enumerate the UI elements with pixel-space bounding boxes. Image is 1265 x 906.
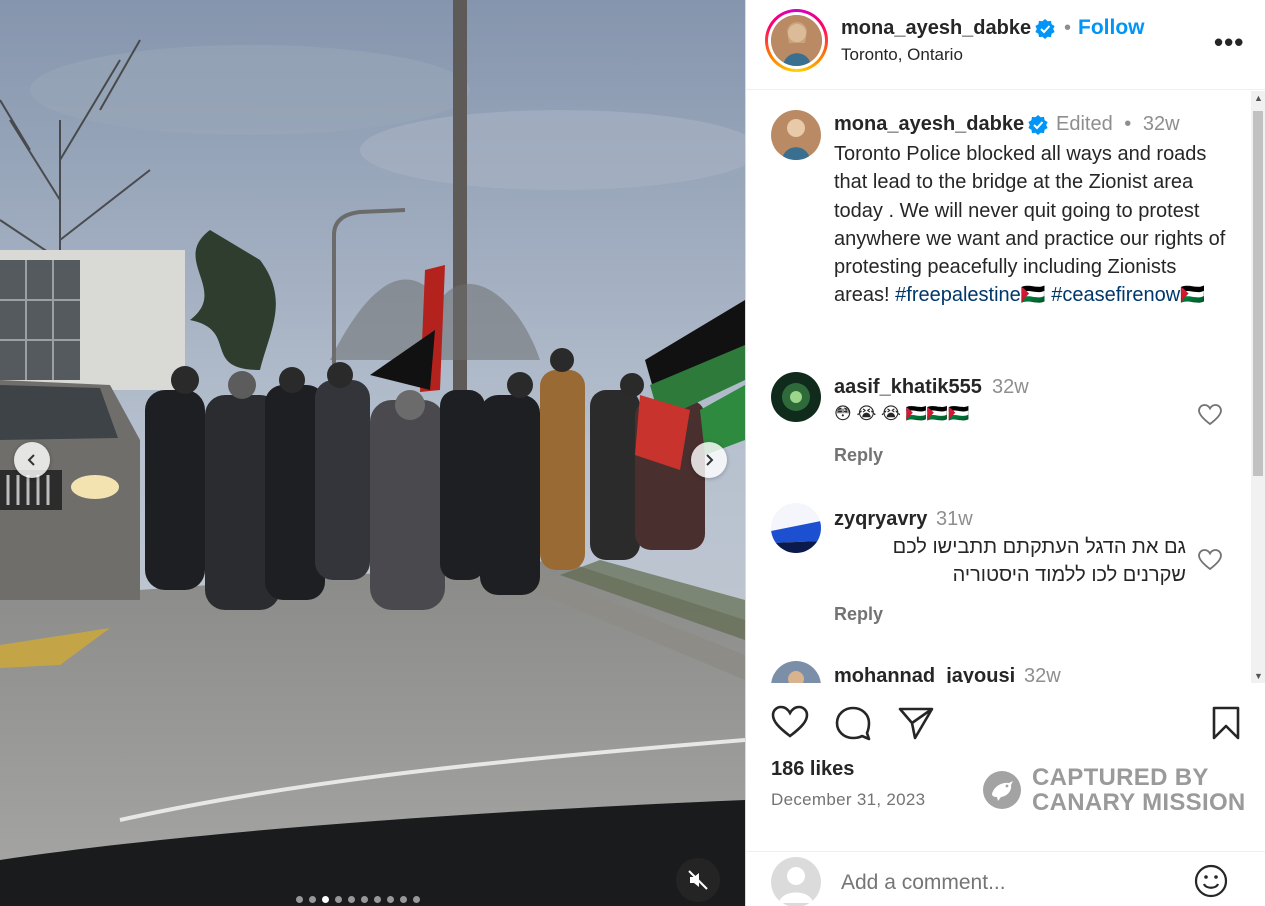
comment-username[interactable]: zyqryavry: [834, 508, 927, 531]
speaker-muted-icon: [688, 870, 708, 890]
more-options-button[interactable]: •••: [1214, 27, 1244, 58]
avatar-photo: [771, 372, 821, 422]
comment-username[interactable]: aasif_khatik555: [834, 376, 982, 399]
previous-slide-button[interactable]: [14, 442, 50, 478]
post-media[interactable]: [0, 0, 745, 906]
author-avatar-story-ring[interactable]: [765, 9, 828, 72]
comment-username[interactable]: mohannad_jayousi: [834, 665, 1015, 683]
caption-author-avatar[interactable]: [771, 110, 821, 160]
comment-text: 😳 😭 😭 🇵🇸🇵🇸🇵🇸: [834, 404, 970, 423]
current-user-avatar: [771, 857, 821, 906]
post-header: mona_ayesh_dabke • Follow Toronto, Ontar…: [746, 0, 1265, 90]
post-side-panel: mona_ayesh_dabke • Follow Toronto, Ontar…: [745, 0, 1265, 906]
add-comment-input[interactable]: [841, 871, 1171, 895]
likes-count[interactable]: 186 likes: [771, 758, 854, 781]
carousel-dot: [348, 896, 355, 903]
comment-avatar[interactable]: [771, 661, 821, 683]
avatar-photo: [771, 110, 821, 160]
caption-text: Toronto Police blocked all ways and road…: [834, 140, 1234, 310]
post-date[interactable]: December 31, 2023: [771, 790, 925, 810]
comment-bubble-icon[interactable]: [834, 705, 872, 741]
scroll-up-arrow-icon[interactable]: ▲: [1254, 93, 1263, 103]
comment-time[interactable]: 31w: [936, 508, 973, 531]
add-comment-bar: [746, 851, 1265, 906]
like-heart-icon[interactable]: [771, 705, 809, 739]
avatar-photo: [771, 661, 821, 683]
caption-body: Toronto Police blocked all ways and road…: [834, 143, 1226, 307]
carousel-dot: [322, 896, 329, 903]
caption-separator: •: [1124, 113, 1132, 135]
save-bookmark-icon[interactable]: [1211, 705, 1241, 741]
caption-hashtags[interactable]: #freepalestine🇵🇸 #ceasefirenow🇵🇸: [895, 284, 1205, 306]
comment-like-heart-icon[interactable]: [1198, 549, 1222, 571]
avatar-photo: [771, 503, 821, 553]
avatar-photo: [771, 15, 822, 66]
chevron-left-icon: [27, 454, 35, 466]
header-separator: •: [1064, 17, 1072, 39]
comments-scroll-area[interactable]: mona_ayesh_dabke Edited • 32w Toronto Po…: [746, 91, 1265, 683]
comment-like-heart-icon[interactable]: [1198, 404, 1222, 426]
post-location[interactable]: Toronto, Ontario: [841, 45, 963, 65]
post-video-frame: [0, 0, 745, 906]
carousel-indicator: [296, 896, 420, 903]
carousel-dot: [309, 896, 316, 903]
carousel-dot: [361, 896, 368, 903]
default-avatar-icon: [779, 867, 813, 903]
verified-badge-icon: [1028, 114, 1048, 135]
comment-text-line1: גם את הדגל העתקתם תתבישו לכם: [892, 536, 1186, 558]
watermark-line2: CANARY MISSION: [1032, 789, 1246, 816]
verified-badge-icon: [1035, 18, 1055, 39]
author-username[interactable]: mona_ayesh_dabke: [841, 17, 1055, 40]
comment-time[interactable]: 32w: [1024, 665, 1061, 683]
mute-toggle-button[interactable]: [676, 858, 720, 902]
caption-time[interactable]: 32w: [1143, 113, 1180, 135]
edited-label: Edited: [1056, 113, 1113, 135]
post-actions: 186 likes December 31, 2023 CAPTURED BY …: [746, 683, 1265, 906]
carousel-dot: [335, 896, 342, 903]
comment-avatar[interactable]: [771, 503, 821, 553]
follow-button[interactable]: Follow: [1078, 16, 1145, 40]
comment-avatar[interactable]: [771, 372, 821, 422]
scroll-down-arrow-icon[interactable]: ▼: [1254, 671, 1263, 681]
caption-username[interactable]: mona_ayesh_dabke: [834, 113, 1048, 136]
author-avatar: [771, 15, 822, 66]
scrollbar-thumb[interactable]: [1253, 111, 1263, 476]
carousel-dot: [400, 896, 407, 903]
carousel-dot: [387, 896, 394, 903]
comment-reply-button[interactable]: Reply: [834, 445, 883, 466]
comment-reply-button[interactable]: Reply: [834, 604, 883, 625]
author-username-text[interactable]: mona_ayesh_dabke: [841, 17, 1031, 39]
watermark-line1: CAPTURED BY: [1032, 764, 1209, 791]
caption-username-text[interactable]: mona_ayesh_dabke: [834, 113, 1024, 135]
comments-scrollbar[interactable]: ▲ ▼: [1251, 91, 1265, 683]
carousel-dot: [374, 896, 381, 903]
comment-time[interactable]: 32w: [992, 376, 1029, 399]
watermark: CAPTURED BY CANARY MISSION: [982, 765, 1246, 815]
caption-meta: Edited • 32w: [1056, 113, 1180, 136]
carousel-dot: [413, 896, 420, 903]
carousel-dot: [296, 896, 303, 903]
share-paper-plane-icon[interactable]: [897, 705, 935, 741]
emoji-smiley-icon[interactable]: [1194, 864, 1228, 898]
canary-bird-logo-icon: [983, 771, 1021, 809]
chevron-right-icon: [706, 454, 714, 466]
next-slide-button[interactable]: [691, 442, 727, 478]
comment-text-line2: שקרנים לכו ללמוד היסטוריה: [952, 564, 1186, 586]
